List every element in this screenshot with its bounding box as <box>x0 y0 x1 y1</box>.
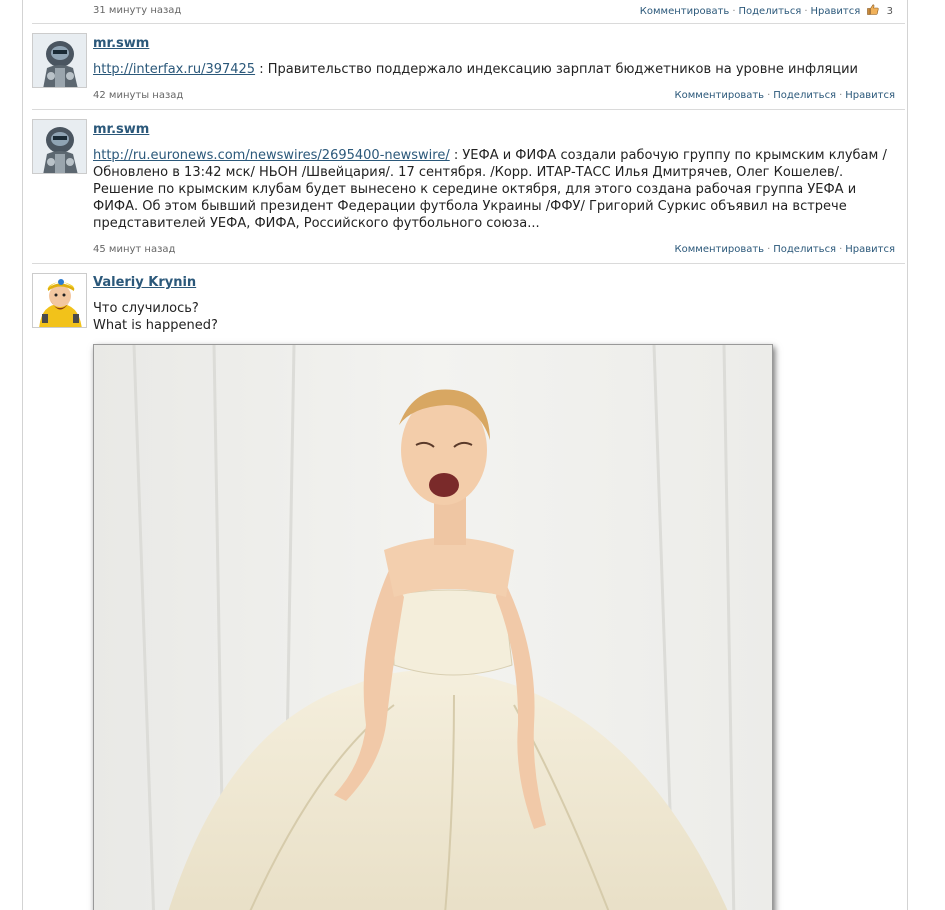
post-body: : Правительство поддержало индексацию за… <box>255 62 858 77</box>
post-time: 42 минуты назад <box>93 90 184 101</box>
author-name-link[interactable]: mr.swm <box>93 122 149 137</box>
post-link[interactable]: http://ru.euronews.com/newswires/2695400… <box>93 148 450 163</box>
robot-avatar-icon <box>33 34 86 87</box>
like-link[interactable]: Нравится <box>845 90 895 101</box>
author-avatar[interactable] <box>32 273 87 328</box>
like-link[interactable]: Нравится <box>845 244 895 255</box>
post-divider <box>32 23 905 24</box>
post-meta-top: 31 минуту назад Комментировать · Поделитьс… <box>93 4 893 18</box>
cartoon-dwarf-avatar-icon <box>33 274 86 327</box>
post-line: Что случилось? <box>93 301 199 316</box>
share-link[interactable]: Поделиться <box>773 244 836 255</box>
post-text: http://ru.euronews.com/newswires/2695400… <box>93 147 903 232</box>
author-name-link[interactable]: Valeriy Krynin <box>93 275 196 290</box>
post-divider <box>32 263 905 264</box>
post-text: Что случилось? What is happened? <box>93 300 903 334</box>
comment-link[interactable]: Комментировать <box>675 244 765 255</box>
post-meta: 42 минуты назад Комментировать · Поделитьс… <box>93 89 895 103</box>
share-link[interactable]: Поделиться <box>773 90 836 101</box>
post-text: http://interfax.ru/397425 : Правительств… <box>93 61 903 78</box>
post-line: What is happened? <box>93 318 218 333</box>
author-name-link[interactable]: mr.swm <box>93 36 149 51</box>
post-actions: Комментировать · Поделиться · Нравится <box>674 244 895 255</box>
author-avatar[interactable] <box>32 33 87 88</box>
post-meta: 45 минут назад Комментировать · Поделиться… <box>93 243 895 257</box>
post-photo[interactable] <box>93 344 773 910</box>
like-count: 3 <box>886 6 893 17</box>
crying-bride-photo <box>94 345 772 910</box>
thumbs-up-icon[interactable] <box>867 4 880 15</box>
share-link[interactable]: Поделиться <box>739 6 802 17</box>
post-divider <box>32 109 905 110</box>
post-actions: Комментировать · Поделиться · Нравится 3 <box>639 4 893 17</box>
like-link[interactable]: Нравится <box>811 6 861 17</box>
post-link[interactable]: http://interfax.ru/397425 <box>93 62 255 77</box>
comment-link[interactable]: Комментировать <box>640 6 730 17</box>
post-actions: Комментировать · Поделиться · Нравится <box>674 90 895 101</box>
robot-avatar-icon <box>33 120 86 173</box>
author-avatar[interactable] <box>32 119 87 174</box>
post-time: 45 минут назад <box>93 244 176 255</box>
post-time: 31 минуту назад <box>93 5 182 16</box>
comment-link[interactable]: Комментировать <box>675 90 765 101</box>
